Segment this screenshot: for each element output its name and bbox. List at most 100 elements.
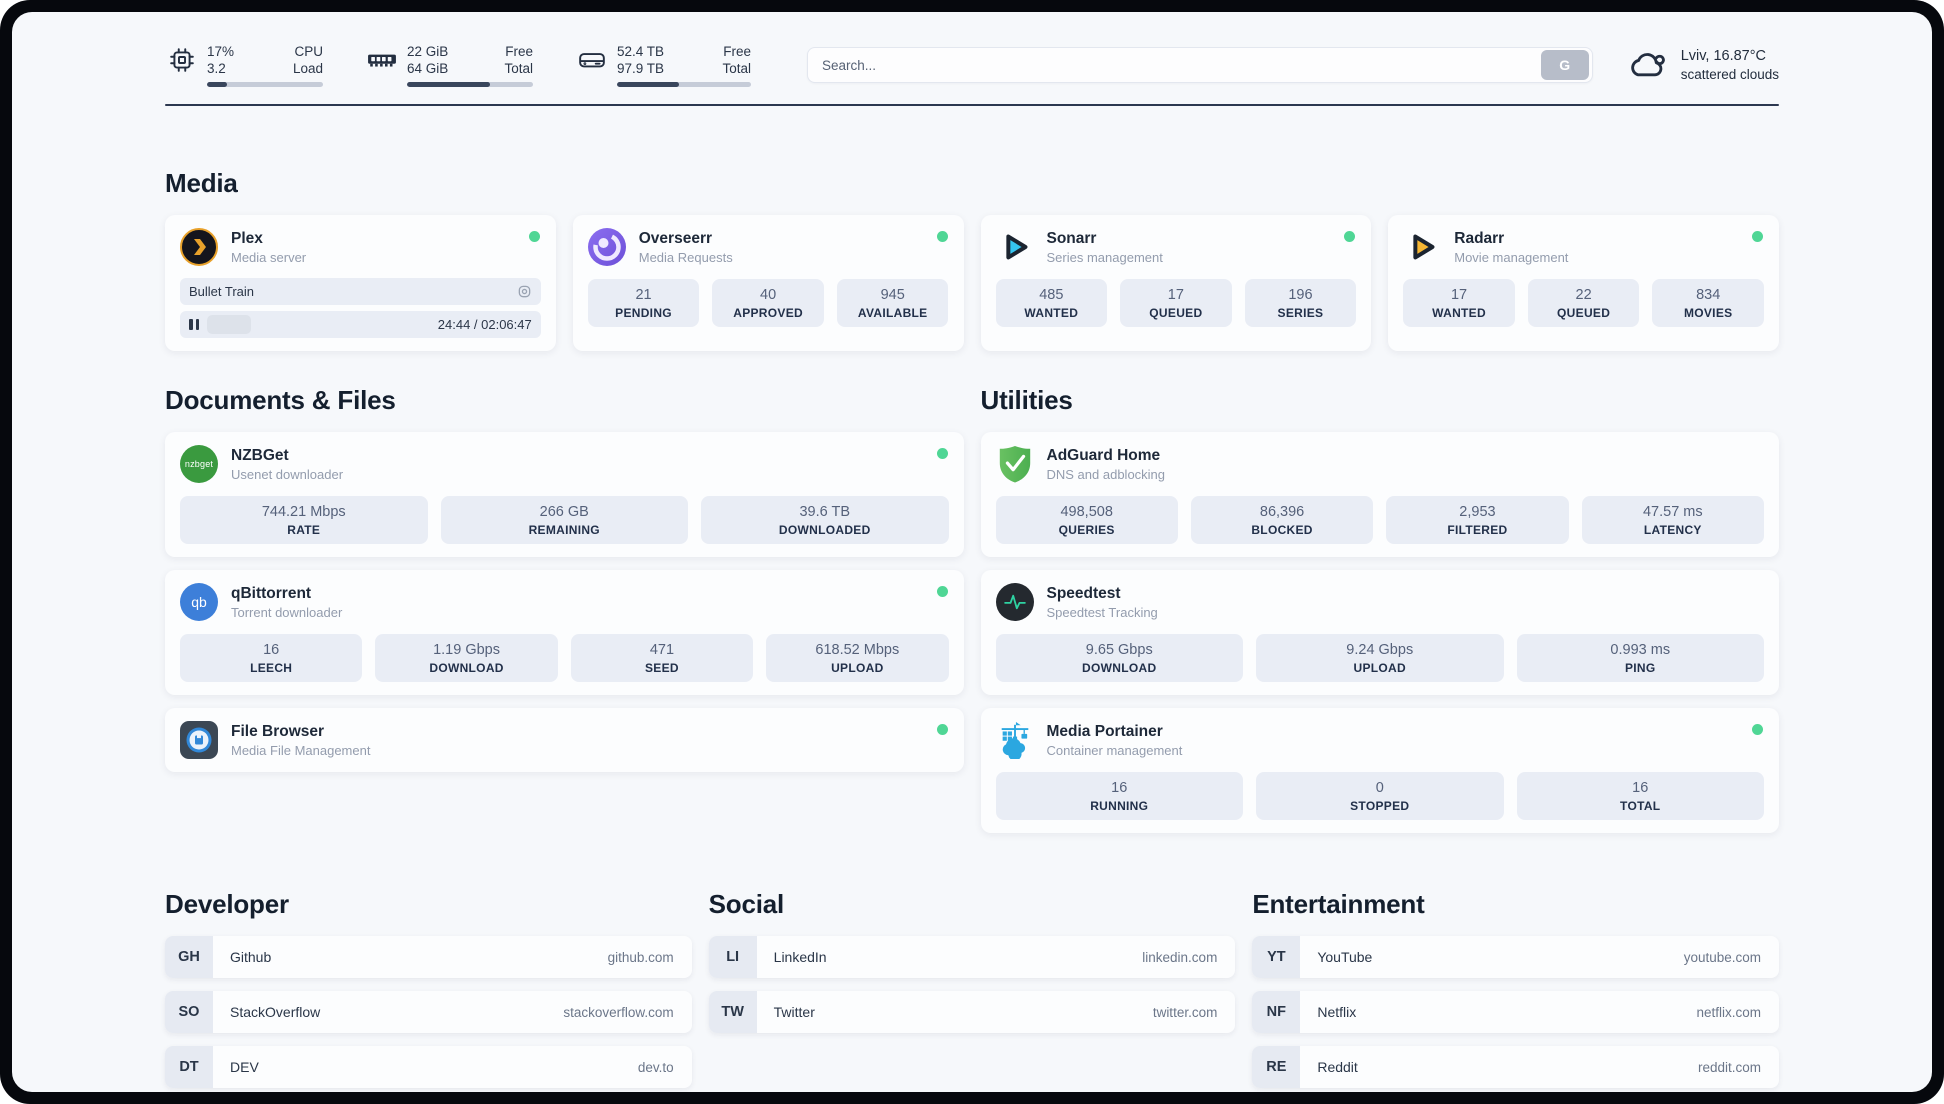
stat-movies: 834 MOVIES bbox=[1652, 279, 1764, 327]
bookmark-url: stackoverflow.com bbox=[563, 1004, 674, 1020]
bookmark-youtube[interactable]: YT YouTube youtube.com bbox=[1252, 936, 1779, 978]
stat-queries: 498,508 QUERIES bbox=[995, 496, 1178, 544]
app-card-adguard[interactable]: AdGuard Home DNS and adblocking 498,508 Q… bbox=[980, 432, 1779, 557]
section-title-social: Social bbox=[708, 889, 785, 919]
stat-approved: 40 APPROVED bbox=[712, 279, 824, 327]
app-name: Overseerr bbox=[638, 229, 713, 247]
stat-queued: 22 QUEUED bbox=[1527, 279, 1640, 327]
status-dot bbox=[936, 724, 948, 735]
bookmark-twitter[interactable]: TW Twitter twitter.com bbox=[708, 991, 1236, 1033]
bookmark-badge: RE bbox=[1252, 1046, 1301, 1088]
stat-filtered: 2,953 FILTERED bbox=[1386, 496, 1569, 544]
ram-total: 64 GiB bbox=[407, 61, 449, 76]
column-documents: Documents & Files nzbget NZBGet Usenet d… bbox=[165, 385, 964, 833]
stat-upload: 618.52 Mbps UPLOAD bbox=[766, 634, 949, 682]
app-card-speedtest[interactable]: Speedtest Speedtest Tracking 9.65 Gbps DO… bbox=[980, 570, 1779, 695]
status-dot bbox=[1752, 724, 1763, 735]
app-card-portainer[interactable]: Media Portainer Container management 16 R… bbox=[980, 708, 1779, 833]
app-name: NZBGet bbox=[231, 446, 289, 464]
section-title-entertainment: Entertainment bbox=[1252, 889, 1425, 919]
stat-wanted: 17 WANTED bbox=[1403, 279, 1515, 327]
stat-download: 1.19 Gbps DOWNLOAD bbox=[375, 634, 558, 682]
bookmark-github[interactable]: GH Github github.com bbox=[165, 936, 692, 978]
nzbget-icon: nzbget bbox=[180, 445, 218, 483]
speedtest-icon bbox=[995, 583, 1034, 621]
bookmark-badge: YT bbox=[1252, 936, 1301, 978]
bookmark-name: YouTube bbox=[1317, 949, 1373, 965]
stat-pending: 21 PENDING bbox=[587, 279, 700, 327]
search-engine-button[interactable]: G bbox=[1540, 50, 1589, 80]
disk-usage-widget: 52.4 TB 97.9 TB Free Total bbox=[575, 43, 751, 87]
disk-total: 97.9 TB bbox=[617, 61, 665, 76]
app-subtitle: DNS and adblocking bbox=[1046, 466, 1166, 482]
header-divider bbox=[165, 104, 1779, 106]
bookmark-group-social: Social LI LinkedIn linkedin.com TW Twitt… bbox=[708, 889, 1236, 1088]
qbittorrent-icon: qb bbox=[180, 583, 218, 621]
session-target-icon[interactable] bbox=[517, 284, 532, 299]
app-name: Media Portainer bbox=[1046, 722, 1163, 740]
stat-download: 9.65 Gbps DOWNLOAD bbox=[995, 634, 1243, 682]
app-card-plex[interactable]: Plex Media server Bullet Train 24:44 / 0… bbox=[165, 215, 556, 351]
bookmark-name: Netflix bbox=[1317, 1004, 1357, 1020]
app-card-nzbget[interactable]: nzbget NZBGet Usenet downloader 744.21 M… bbox=[165, 432, 964, 557]
plex-now-playing: Bullet Train 24:44 / 02:06:47 bbox=[180, 278, 541, 338]
disk-label-1: Free bbox=[723, 44, 751, 59]
stat-stopped: 0 STOPPED bbox=[1256, 772, 1504, 820]
stat-rate: 744.21 Mbps RATE bbox=[180, 496, 428, 544]
section-title-documents: Documents & Files bbox=[165, 385, 396, 415]
window-frame: 17% 3.2 CPU Load 22 GiB 64 GiB Free Tota… bbox=[0, 0, 1944, 1104]
bookmark-badge: LI bbox=[708, 936, 757, 978]
overseerr-icon bbox=[587, 228, 626, 266]
adguard-icon bbox=[996, 445, 1034, 483]
bookmark-reddit[interactable]: RE Reddit reddit.com bbox=[1252, 1046, 1779, 1088]
app-name: File Browser bbox=[231, 722, 325, 740]
app-subtitle: Speedtest Tracking bbox=[1046, 604, 1158, 620]
app-subtitle: Media server bbox=[231, 249, 307, 265]
bookmark-linkedin[interactable]: LI LinkedIn linkedin.com bbox=[708, 936, 1236, 978]
bookmark-name: Github bbox=[230, 949, 272, 965]
bookmark-group-developer: Developer GH Github github.com SO StackO… bbox=[165, 889, 692, 1088]
app-card-sonarr[interactable]: Sonarr Series management 485 WANTED 17 QUE… bbox=[980, 215, 1372, 351]
plex-icon bbox=[180, 228, 218, 266]
stat-total: 16 TOTAL bbox=[1516, 772, 1764, 820]
header-bar: 17% 3.2 CPU Load 22 GiB 64 GiB Free Tota… bbox=[165, 12, 1779, 88]
bookmark-url: youtube.com bbox=[1683, 949, 1761, 965]
ram-usage-widget: 22 GiB 64 GiB Free Total bbox=[365, 43, 533, 87]
stat-blocked: 86,396 BLOCKED bbox=[1190, 496, 1374, 544]
app-subtitle: Movie management bbox=[1454, 249, 1569, 265]
stat-downloaded: 39.6 TB DOWNLOADED bbox=[701, 496, 949, 544]
stat-remaining: 266 GB REMAINING bbox=[440, 496, 688, 544]
stat-available: 945 AVAILABLE bbox=[836, 279, 949, 327]
status-dot bbox=[528, 231, 540, 242]
section-title-developer: Developer bbox=[165, 889, 289, 919]
app-card-filebrowser[interactable]: File Browser Media File Management bbox=[165, 708, 964, 772]
bookmark-badge: NF bbox=[1252, 991, 1301, 1033]
playback-progress-track[interactable] bbox=[207, 315, 428, 334]
ram-label-1: Free bbox=[505, 44, 533, 59]
bookmark-name: Reddit bbox=[1317, 1059, 1358, 1075]
cloud-icon bbox=[1627, 49, 1669, 81]
now-playing-progress-row: 24:44 / 02:06:47 bbox=[180, 311, 541, 338]
stat-wanted: 485 WANTED bbox=[995, 279, 1108, 327]
ram-icon bbox=[365, 49, 399, 71]
app-subtitle: Series management bbox=[1046, 249, 1163, 265]
disk-label-2: Total bbox=[722, 61, 751, 76]
app-card-radarr[interactable]: Radarr Movie management 17 WANTED 22 QUEUE… bbox=[1388, 215, 1779, 351]
app-name: AdGuard Home bbox=[1046, 446, 1161, 464]
pause-icon[interactable] bbox=[189, 319, 199, 330]
app-card-qbittorrent[interactable]: qb qBittorrent Torrent downloader 16 LEEC… bbox=[165, 570, 964, 695]
stat-running: 16 RUNNING bbox=[995, 772, 1243, 820]
status-dot bbox=[936, 448, 948, 459]
disk-progress-bar bbox=[617, 82, 751, 87]
app-card-overseerr[interactable]: Overseerr Media Requests 21 PENDING 40 APP… bbox=[572, 215, 964, 351]
stat-queued: 17 QUEUED bbox=[1120, 279, 1232, 327]
bookmark-stackoverflow[interactable]: SO StackOverflow stackoverflow.com bbox=[165, 991, 692, 1033]
column-utilities: Utilities AdGuard Home DNS and adblockin… bbox=[980, 385, 1779, 833]
now-playing-title-row: Bullet Train bbox=[180, 278, 541, 305]
search-input[interactable] bbox=[808, 57, 1541, 73]
bookmark-netflix[interactable]: NF Netflix netflix.com bbox=[1252, 991, 1779, 1033]
app-name: Plex bbox=[231, 229, 263, 247]
cpu-percent: 17% bbox=[207, 44, 235, 59]
ram-free: 22 GiB bbox=[407, 44, 449, 59]
bookmark-dev[interactable]: DT DEV dev.to bbox=[165, 1046, 692, 1088]
